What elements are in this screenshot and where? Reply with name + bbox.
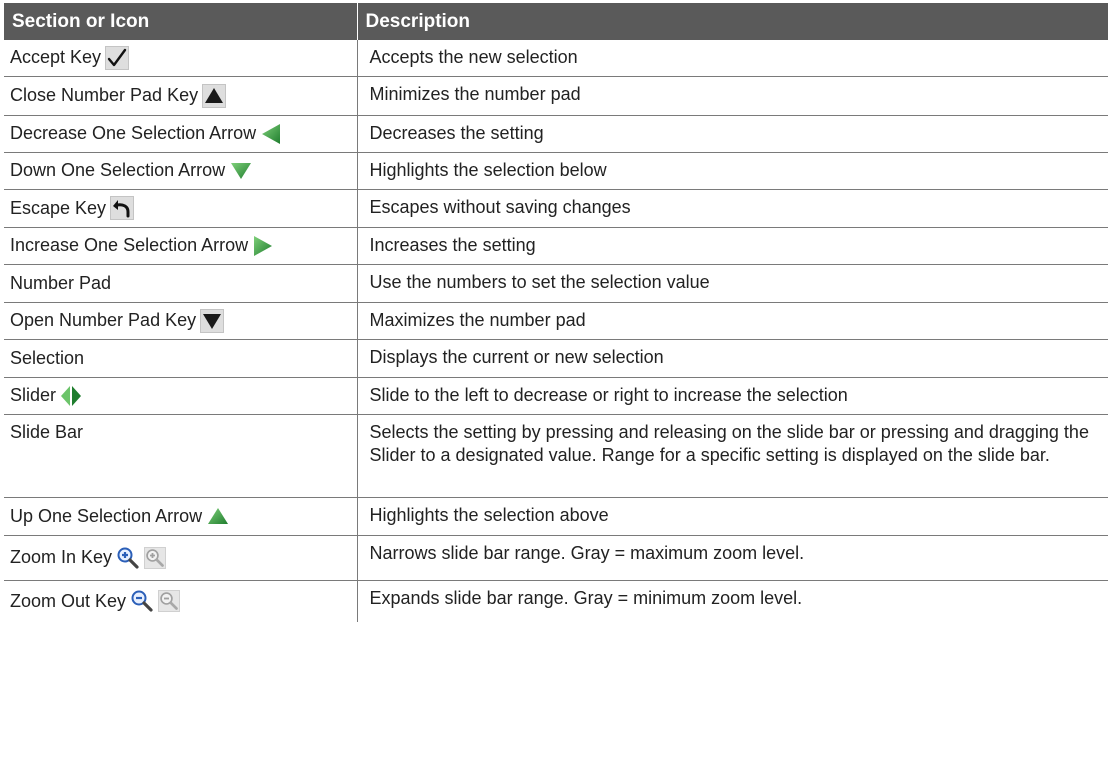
row-name: Increase One Selection Arrow	[10, 235, 249, 255]
triangle-up-black-icon	[202, 83, 227, 108]
table-row: Slider Slide to the left to decrease or …	[4, 377, 1108, 415]
table-row: Number Pad Use the numbers to set the se…	[4, 264, 1108, 303]
row-name-cell: Escape Key	[4, 189, 358, 228]
row-description: Narrows slide bar range. Gray = maximum …	[357, 535, 1108, 581]
row-name: Open Number Pad Key	[10, 310, 197, 330]
row-description: Highlights the selection below	[357, 152, 1108, 190]
row-description: Expands slide bar range. Gray = minimum …	[369, 587, 803, 608]
row-name-cell: Slider	[4, 377, 358, 415]
table-row: Up One Selection Arrow Highlights the se…	[4, 497, 1108, 536]
row-name: Decrease One Selection Arrow	[10, 123, 257, 143]
checkmark-icon	[105, 45, 130, 70]
row-description: Highlights the selection above	[357, 497, 1108, 536]
icon-definitions-table: Section or Icon Description Accept Key A…	[4, 3, 1108, 622]
row-name-cell: Zoom In Key	[4, 535, 358, 581]
row-name-cell: Open Number Pad Key	[4, 302, 358, 340]
zoom-in-magnifier-icon	[116, 546, 140, 570]
row-description: Decreases the setting	[357, 115, 1108, 153]
row-description: Displays the current or new selection	[357, 339, 1108, 378]
row-name: Number Pad	[10, 272, 112, 293]
row-name: Up One Selection Arrow	[10, 505, 203, 526]
row-name-cell: Selection	[4, 339, 358, 378]
row-name: Zoom In Key	[10, 547, 113, 567]
page: Section or Icon Description Accept Key A…	[0, 0, 1111, 772]
row-name: Slider	[10, 385, 57, 405]
row-description: Maximizes the number pad	[357, 302, 1108, 340]
arrow-down-green-icon	[229, 161, 253, 181]
row-description: Selects the setting by pressing and rele…	[357, 414, 1108, 498]
table-row: Selection Displays the current or new se…	[4, 339, 1108, 378]
row-name-cell: Zoom Out Key	[4, 580, 358, 622]
row-name-cell: Number Pad	[4, 264, 358, 303]
zoom-out-gray-icon	[158, 590, 181, 613]
row-name: Escape Key	[10, 197, 107, 218]
row-name-cell: Down One Selection Arrow	[4, 152, 358, 190]
column-header-section-or-icon: Section or Icon	[4, 3, 358, 40]
table-row: Escape Key Escapes without saving change…	[4, 189, 1108, 228]
row-name: Slide Bar	[10, 421, 84, 442]
row-name: Down One Selection Arrow	[10, 160, 226, 180]
row-description: Increases the setting	[357, 227, 1108, 265]
row-name-cell: Increase One Selection Arrow	[4, 227, 358, 265]
row-description: Slide to the left to decrease or right t…	[357, 377, 1108, 415]
row-name: Accept Key	[10, 47, 102, 68]
table-row: Down One Selection Arrow Highlights the …	[4, 152, 1108, 190]
table-row: Open Number Pad Key Maximizes the number…	[4, 302, 1108, 340]
table-row: Increase One Selection Arrow Increases t…	[4, 227, 1108, 265]
row-name-cell: Slide Bar	[4, 414, 358, 498]
row-description: Minimizes the number pad	[357, 76, 1108, 116]
row-name-cell: Up One Selection Arrow	[4, 497, 358, 536]
slider-diamond-green-icon	[60, 384, 82, 408]
row-name-cell: Accept Key	[4, 40, 358, 77]
arrow-right-green-icon	[252, 234, 274, 258]
row-name-cell: Close Number Pad Key	[4, 76, 358, 116]
table-row: Close Number Pad Key Minimizes the numbe…	[4, 76, 1108, 116]
row-name: Zoom Out Key	[10, 590, 127, 611]
table-row: Zoom In Key Narrows slide bar range. Gra…	[4, 535, 1108, 581]
table-header-row: Section or Icon Description	[4, 3, 1108, 40]
row-description: Escapes without saving changes	[357, 189, 1108, 228]
zoom-in-gray-icon	[144, 546, 167, 569]
row-description: Use the numbers to set the selection val…	[357, 264, 1108, 303]
arrow-left-green-icon	[260, 122, 282, 146]
row-description: Accepts the new selection	[357, 40, 1108, 77]
escape-return-arrow-icon	[110, 196, 135, 220]
table-row: Slide Bar Selects the setting by pressin…	[4, 414, 1108, 498]
table-row: Decrease One Selection Arrow Decreases t…	[4, 115, 1108, 153]
zoom-out-magnifier-icon	[130, 589, 154, 613]
table-row: Accept Key Accepts the new selection	[4, 40, 1108, 77]
column-header-description: Description	[357, 3, 1108, 40]
arrow-up-green-icon	[206, 506, 230, 526]
table-row: Zoom Out Key Expands slide bar range. Gr…	[4, 580, 1108, 622]
row-name-cell: Decrease One Selection Arrow	[4, 115, 358, 153]
row-name: Close Number Pad Key	[10, 85, 199, 105]
triangle-down-black-icon	[200, 308, 225, 333]
row-name: Selection	[10, 347, 85, 368]
